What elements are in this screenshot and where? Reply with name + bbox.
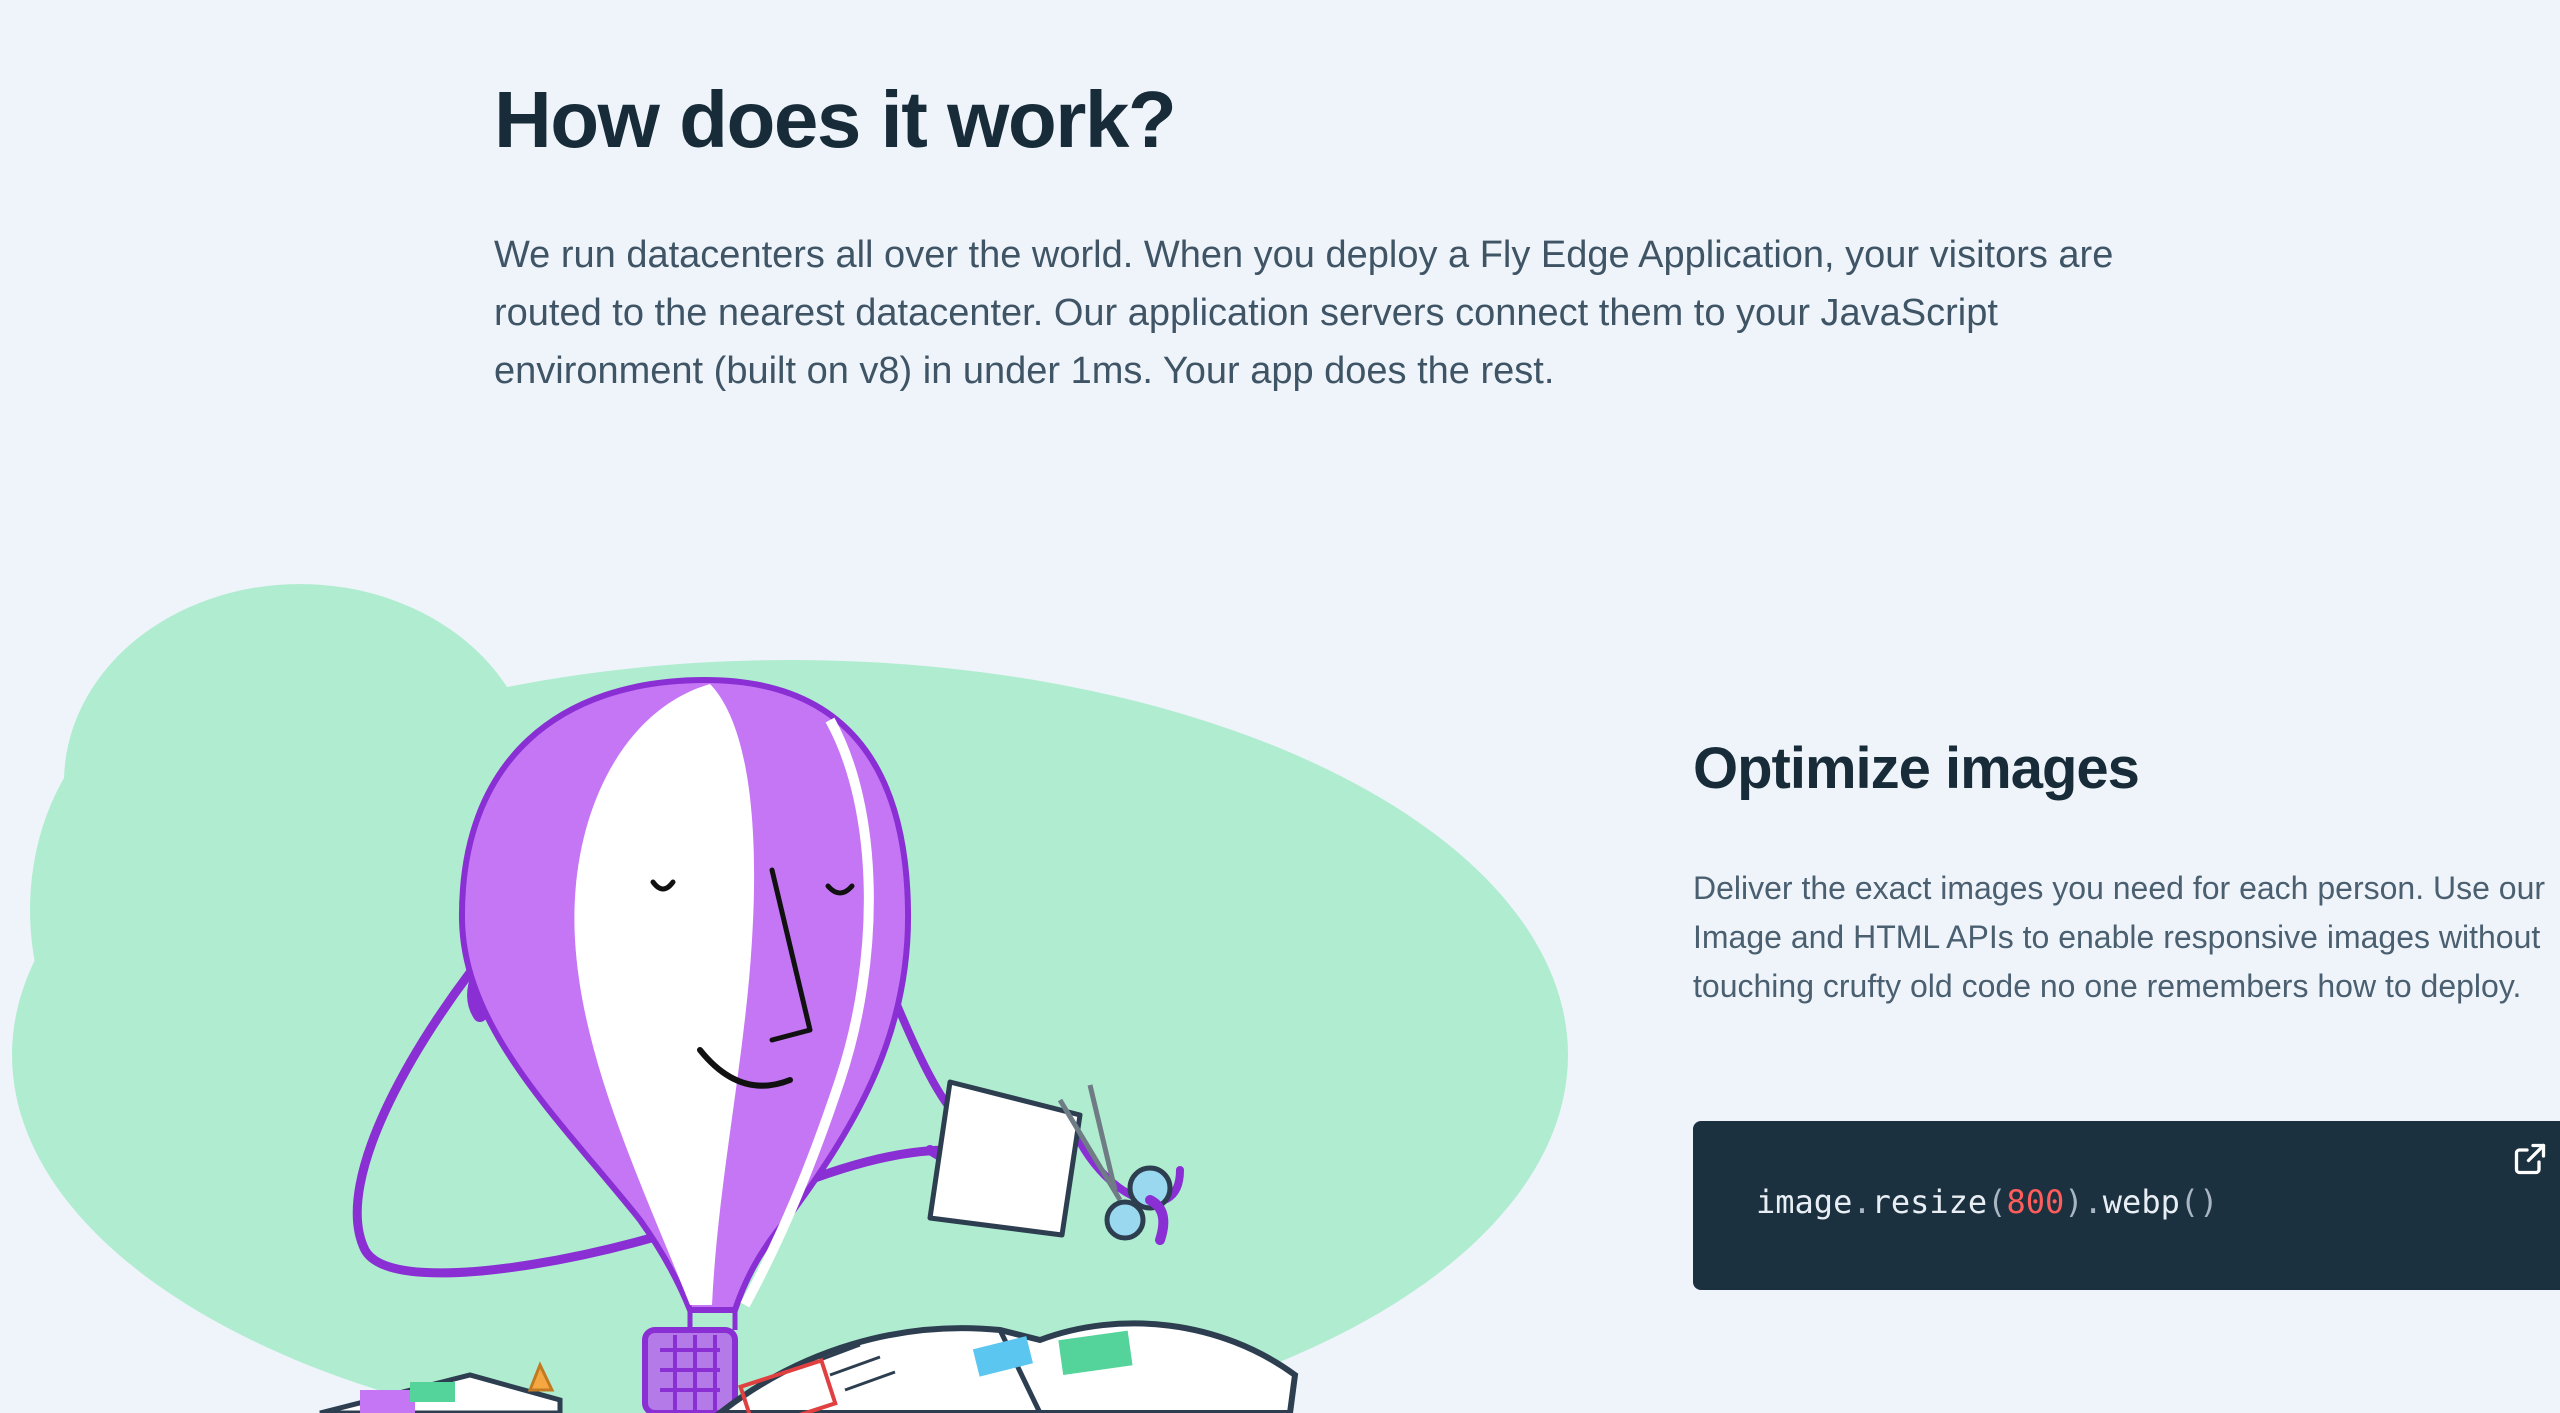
code-method-resize: resize	[1871, 1183, 1988, 1221]
code-object: image	[1756, 1183, 1853, 1221]
feature-title: Optimize images	[1693, 736, 2140, 801]
external-link-icon[interactable]	[2512, 1141, 2548, 1177]
section-intro: We run datacenters all over the world. W…	[494, 234, 2114, 392]
code-parens: ()	[2179, 1183, 2219, 1221]
code-number: 800	[2006, 1183, 2065, 1221]
code-snippet: image.resize(800).webp()	[1693, 1121, 2560, 1290]
code-dot: .	[1852, 1183, 1872, 1221]
balloon-illustration	[12, 584, 1568, 1413]
feature-description: Deliver the exact images you need for ea…	[1693, 870, 2546, 1004]
page: How does it work? We run datacenters all…	[0, 0, 2560, 1413]
code-line: image.resize(800).webp()	[1756, 1183, 2218, 1221]
code-open-paren: (	[1987, 1183, 2007, 1221]
code-method-webp: webp	[2102, 1183, 2180, 1221]
code-close-paren: )	[2064, 1183, 2084, 1221]
code-dot: .	[2083, 1183, 2103, 1221]
section-title: How does it work?	[494, 75, 1177, 164]
